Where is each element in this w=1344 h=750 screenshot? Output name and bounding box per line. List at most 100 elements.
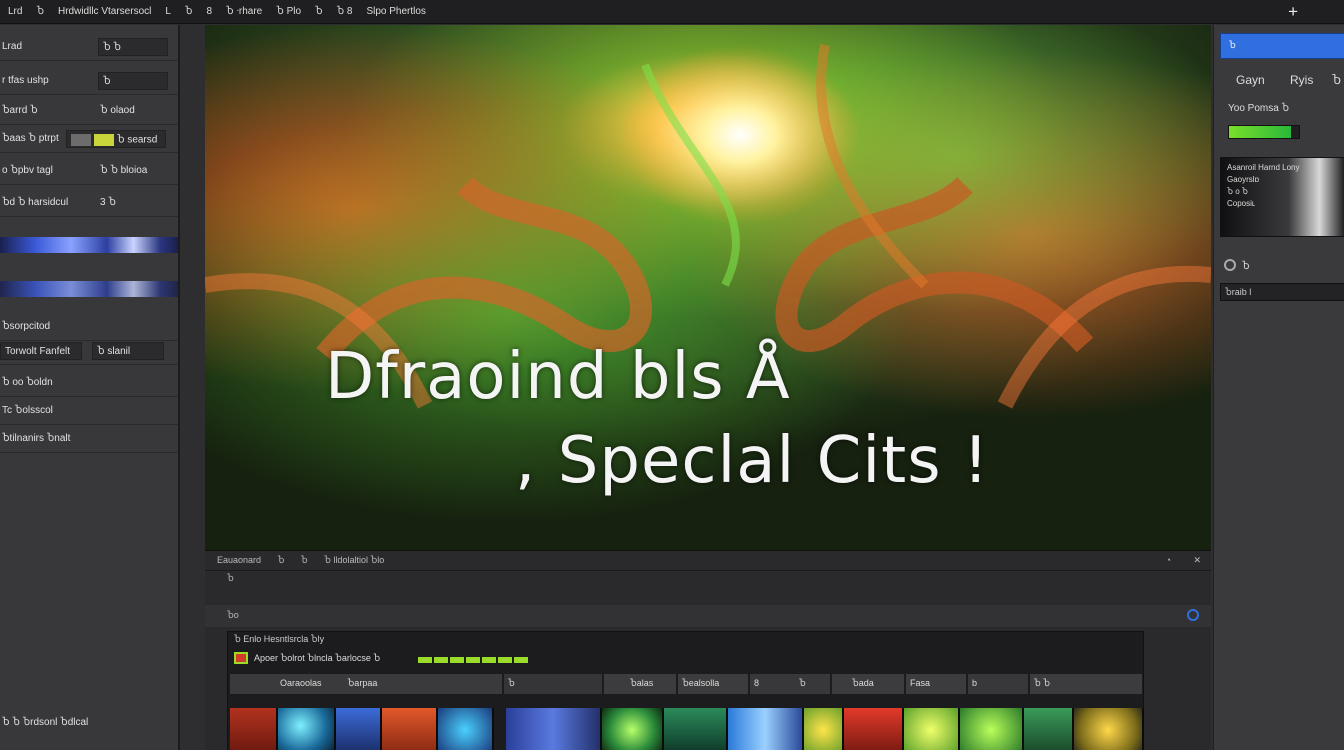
header-tab[interactable]: Ⴆ lldolaltiol Ⴆlo <box>324 555 384 565</box>
row-field[interactable]: Ⴆ searsd <box>66 130 166 148</box>
clip-thumbnail[interactable] <box>844 708 904 750</box>
header-tab[interactable]: Eauaonard <box>217 555 261 565</box>
menu-item[interactable]: Ⴆ 8 <box>337 6 353 17</box>
track-sub-label: Apoer Ⴆolrot Ⴆlncla Ⴆarlocse Ⴆ <box>254 653 381 663</box>
row-field[interactable]: Ⴆ <box>98 72 168 90</box>
track-title: Ⴆ Enlo Hesntlsrcla Ⴆly <box>234 634 325 644</box>
row-field[interactable]: Ⴆ Ⴆ <box>98 38 168 56</box>
video-preview[interactable]: Dfraoind bls Å , Speclal Cits ! <box>205 25 1211 550</box>
clock-icon[interactable]: ◔ <box>1166 555 1171 565</box>
clip-thumbnail[interactable] <box>960 708 1024 750</box>
property-row[interactable]: Ⴆarrd Ⴆ Ⴆ olaod <box>0 97 178 125</box>
list-item: Ⴆ o Ⴆ <box>1227 187 1248 196</box>
radio-label: Ⴆ <box>1242 261 1250 272</box>
row-value: Ⴆ searsd <box>117 134 158 146</box>
timeline-segment[interactable]: Fasa <box>906 674 966 694</box>
property-row[interactable]: r tfas ushp Ⴆ <box>0 67 178 95</box>
property-row[interactable]: Ⴆd Ⴆ harsidcul 3 Ⴆ <box>0 189 178 217</box>
property-row[interactable]: o Ⴆpbv tagl Ⴆ Ⴆ bloioa <box>0 157 178 185</box>
clip-thumbnail[interactable] <box>382 708 438 750</box>
left-properties-panel: Lrad Ⴆ Ⴆ r tfas ushp Ⴆ Ⴆarrd Ⴆ Ⴆ olaod Ⴆaas… <box>0 25 180 750</box>
menubar: Lrd Ⴆ Hrdwidllc Vtarsersocl L Ⴆ 8 Ⴆ ᐧrha… <box>0 0 1344 24</box>
menu-item[interactable]: Ⴆ <box>185 6 193 17</box>
tab-gayn[interactable]: Gayn <box>1236 73 1265 87</box>
row-field[interactable]: Torwolt Fanfelt <box>0 342 82 360</box>
track-color-icon <box>234 652 248 664</box>
tab-ryis[interactable]: Ryis <box>1290 73 1313 87</box>
tab-more[interactable]: Ⴆ <box>1332 73 1341 87</box>
row-value: Ⴆ Ⴆ bloioa <box>100 165 148 176</box>
clip-thumbnail[interactable] <box>336 708 382 750</box>
menu-item[interactable]: 8 <box>206 6 212 17</box>
header-tab[interactable]: Ⴆ <box>278 555 285 565</box>
row-label: Ⴆsorpcitod <box>2 321 51 332</box>
title-overlay: Dfraoind bls Å , Speclal Cits ! <box>325 335 1205 503</box>
level-slider[interactable] <box>1228 125 1300 139</box>
panel-footer[interactable]: Ⴆ Ⴆ Ⴆrdsonl Ⴆdlcal <box>0 709 178 737</box>
timeline-segment[interactable]: Ⴆalas <box>604 674 676 694</box>
waveform-strip[interactable] <box>0 237 178 253</box>
track-area[interactable]: Ⴆ Enlo Hesntlsrcla Ⴆly Apoer Ⴆolrot Ⴆlnc… <box>227 631 1144 750</box>
clip-thumbnail[interactable] <box>904 708 960 750</box>
row-label: Ⴆ oo Ⴆoldn <box>2 377 53 388</box>
row-label: Lrad <box>2 41 23 52</box>
timeline-header: Eauaonard Ⴆ Ⴆ Ⴆ lldolaltiol Ⴆlo ◔ ✕ <box>205 555 1211 571</box>
menu-item[interactable]: Ⴆ ᐧrhare <box>226 6 262 17</box>
menu-item[interactable]: Lrd <box>8 6 22 17</box>
track-row[interactable]: Ⴆo <box>205 605 1211 627</box>
clip-thumbnail[interactable] <box>230 708 278 750</box>
timeline-segment[interactable]: Oaraoolas Ⴆarpaa <box>230 674 502 694</box>
property-row[interactable]: Ⴆ oo Ⴆoldn <box>0 369 178 397</box>
close-icon[interactable]: ✕ <box>1193 555 1201 566</box>
clip-thumbnail[interactable] <box>506 708 602 750</box>
add-button[interactable]: + <box>1288 2 1298 22</box>
title-line-2: , Speclal Cits ! <box>515 424 990 498</box>
property-row[interactable]: Ⴆtilnanirs Ⴆnalt <box>0 425 178 453</box>
menu-item[interactable]: Ⴆ Plo <box>276 6 301 17</box>
right-inspector-panel: Ⴆ Gayn Ryis Ⴆ Yoo Pomsa Ⴆ Asanroil Harnd… <box>1213 25 1344 750</box>
clip-thumbnail[interactable] <box>602 708 664 750</box>
property-row[interactable]: Lrad Ⴆ Ⴆ <box>0 33 178 61</box>
row-value: Ⴆ olaod <box>100 105 135 116</box>
footer-label: Ⴆ Ⴆ Ⴆrdsonl Ⴆdlcal <box>2 717 89 728</box>
row-label: Ⴆarrd Ⴆ <box>2 105 38 116</box>
header-tab[interactable]: Ⴆ <box>301 555 308 565</box>
timeline-segment[interactable]: Ⴆ <box>504 674 602 694</box>
record-icon[interactable] <box>1187 609 1199 621</box>
menu-item[interactable]: Slpo Phertlos <box>366 6 425 17</box>
clip-thumbnail[interactable] <box>438 708 494 750</box>
timeline-segment[interactable]: Ⴆada <box>832 674 904 694</box>
swatch-icon <box>94 134 114 146</box>
clip-thumbnail[interactable] <box>1074 708 1144 750</box>
thumbnail-list[interactable]: Asanroil Harnd Lony Gaoyrslɒ Ⴆ o Ⴆ Copos… <box>1220 157 1344 237</box>
waveform-strip[interactable] <box>0 281 178 297</box>
menu-item[interactable]: Hrdwidllc Vtarsersocl <box>58 6 151 17</box>
row-field[interactable]: Ⴆ slanil <box>92 342 164 360</box>
clip-thumbnail[interactable] <box>1024 708 1074 750</box>
clip-thumbnail[interactable] <box>804 708 844 750</box>
selected-clip-box[interactable]: Ⴆ <box>1220 33 1344 59</box>
clip-thumbnail[interactable] <box>728 708 804 750</box>
property-row[interactable]: Ⴆaas Ⴆ ptrpt Ⴆ searsd <box>0 125 178 153</box>
swatch-icon <box>71 134 91 146</box>
text-input[interactable]: Ⴆraib l <box>1220 283 1344 301</box>
property-row[interactable]: Tc Ⴆolsscol <box>0 397 178 425</box>
menu-item[interactable]: Ⴆ <box>315 6 323 17</box>
timeline-segment[interactable]: 8Ⴆ <box>750 674 830 694</box>
title-line-1: Dfraoind bls Å <box>325 340 791 414</box>
row-label: Ⴆtilnanirs Ⴆnalt <box>2 433 71 444</box>
menu-item[interactable]: L <box>165 6 171 17</box>
menu-item[interactable]: Ⴆ <box>36 6 44 17</box>
track-row[interactable]: Ⴆ <box>205 573 1211 585</box>
property-row[interactable]: Torwolt Fanfelt Ⴆ slanil <box>0 337 178 365</box>
row-label: r tfas ushp <box>2 75 49 86</box>
timeline-segment[interactable]: b <box>968 674 1028 694</box>
timeline-segment[interactable]: Ⴆealsolla <box>678 674 748 694</box>
clip-thumbnail[interactable] <box>278 708 336 750</box>
timeline-panel: Eauaonard Ⴆ Ⴆ Ⴆ lldolaltiol Ⴆlo ◔ ✕ Ⴆ Ⴆo… <box>205 550 1211 750</box>
timeline-segment[interactable]: Ⴆ Ⴆ <box>1030 674 1142 694</box>
editor-window: { "menubar": { "items": ["Lrd", "Ⴆ", "Hr… <box>0 0 1344 750</box>
clip-thumbnail[interactable] <box>664 708 728 750</box>
radio-icon[interactable] <box>1224 259 1236 271</box>
row-label: Ⴆd Ⴆ harsidcul <box>2 197 69 208</box>
